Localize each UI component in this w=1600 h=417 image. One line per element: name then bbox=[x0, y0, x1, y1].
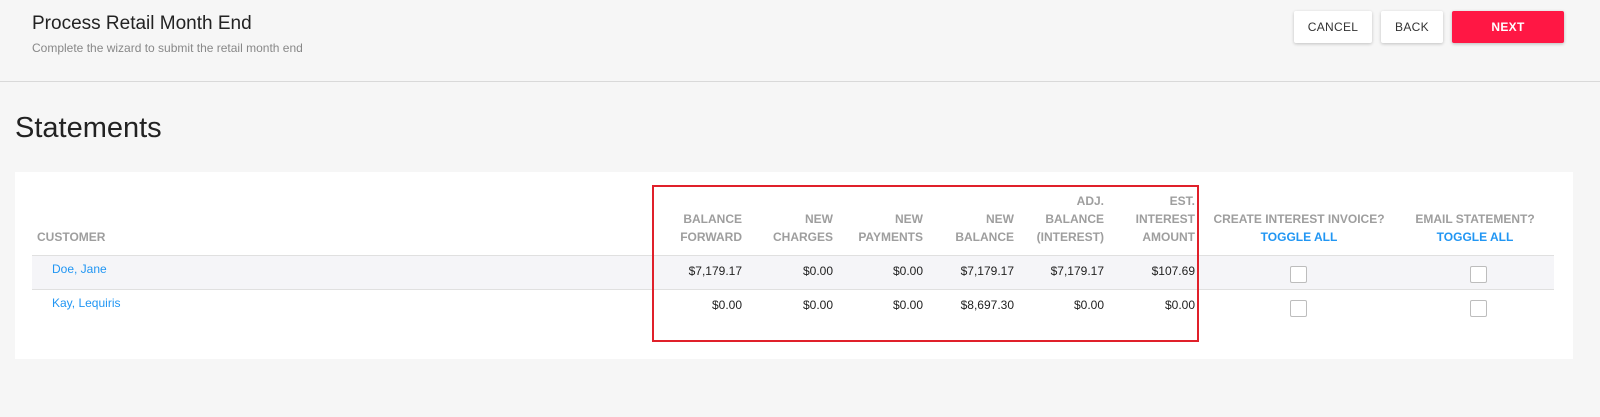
customer-link[interactable]: Kay, Lequiris bbox=[52, 296, 120, 310]
column-header-new-charges: NEW CHARGES bbox=[772, 212, 833, 244]
new-charges-value: $0.00 bbox=[802, 264, 833, 278]
table-row: Kay, Lequiris $0.00 $0.00 $0.00 $8,697.3… bbox=[32, 290, 1554, 323]
new-balance-value: $8,697.30 bbox=[960, 298, 1014, 312]
column-header-new-payments: NEW PAYMENTS bbox=[858, 212, 923, 244]
column-header-customer: CUSTOMER bbox=[37, 230, 106, 244]
create-interest-checkbox[interactable] bbox=[1290, 266, 1307, 283]
create-interest-checkbox[interactable] bbox=[1290, 300, 1307, 317]
table-row: Doe, Jane $7,179.17 $0.00 $0.00 $7,179.1… bbox=[32, 256, 1554, 289]
wizard-header: Process Retail Month End Complete the wi… bbox=[0, 0, 1600, 82]
section-title: Statements bbox=[15, 112, 162, 144]
column-header-balance-forward: BALANCE FORWARD bbox=[680, 212, 742, 244]
balance-forward-value: $0.00 bbox=[711, 298, 742, 312]
next-button[interactable]: NEXT bbox=[1452, 11, 1564, 43]
balance-forward-value: $7,179.17 bbox=[688, 264, 742, 278]
column-header-adj-balance: ADJ. BALANCE (INTEREST) bbox=[1036, 194, 1104, 244]
est-interest-value: $107.69 bbox=[1151, 264, 1195, 278]
toggle-all-email-link[interactable]: TOGGLE ALL bbox=[1390, 228, 1560, 246]
adj-balance-value: $7,179.17 bbox=[1050, 264, 1104, 278]
cancel-button[interactable]: CANCEL bbox=[1294, 11, 1372, 43]
column-header-email-statement: EMAIL STATEMENT? TOGGLE ALL bbox=[1390, 210, 1560, 246]
email-statement-checkbox[interactable] bbox=[1470, 266, 1487, 283]
new-balance-value: $7,179.17 bbox=[960, 264, 1014, 278]
new-charges-value: $0.00 bbox=[802, 298, 833, 312]
email-statement-checkbox[interactable] bbox=[1470, 300, 1487, 317]
new-payments-value: $0.00 bbox=[892, 264, 923, 278]
customer-link[interactable]: Doe, Jane bbox=[52, 262, 107, 276]
est-interest-value: $0.00 bbox=[1164, 298, 1195, 312]
column-header-est-interest: EST. INTEREST AMOUNT bbox=[1135, 194, 1195, 244]
back-button[interactable]: BACK bbox=[1381, 11, 1443, 43]
toggle-all-interest-link[interactable]: TOGGLE ALL bbox=[1195, 228, 1403, 246]
new-payments-value: $0.00 bbox=[892, 298, 923, 312]
column-header-new-balance: NEW BALANCE bbox=[955, 212, 1014, 244]
page-subtitle: Complete the wizard to submit the retail… bbox=[32, 41, 303, 55]
adj-balance-value: $0.00 bbox=[1073, 298, 1104, 312]
column-header-create-interest: CREATE INTEREST INVOICE? TOGGLE ALL bbox=[1195, 210, 1403, 246]
statements-table-card: CUSTOMER BALANCE FORWARD NEW CHARGES NEW… bbox=[15, 172, 1573, 359]
page-title: Process Retail Month End bbox=[32, 13, 252, 34]
